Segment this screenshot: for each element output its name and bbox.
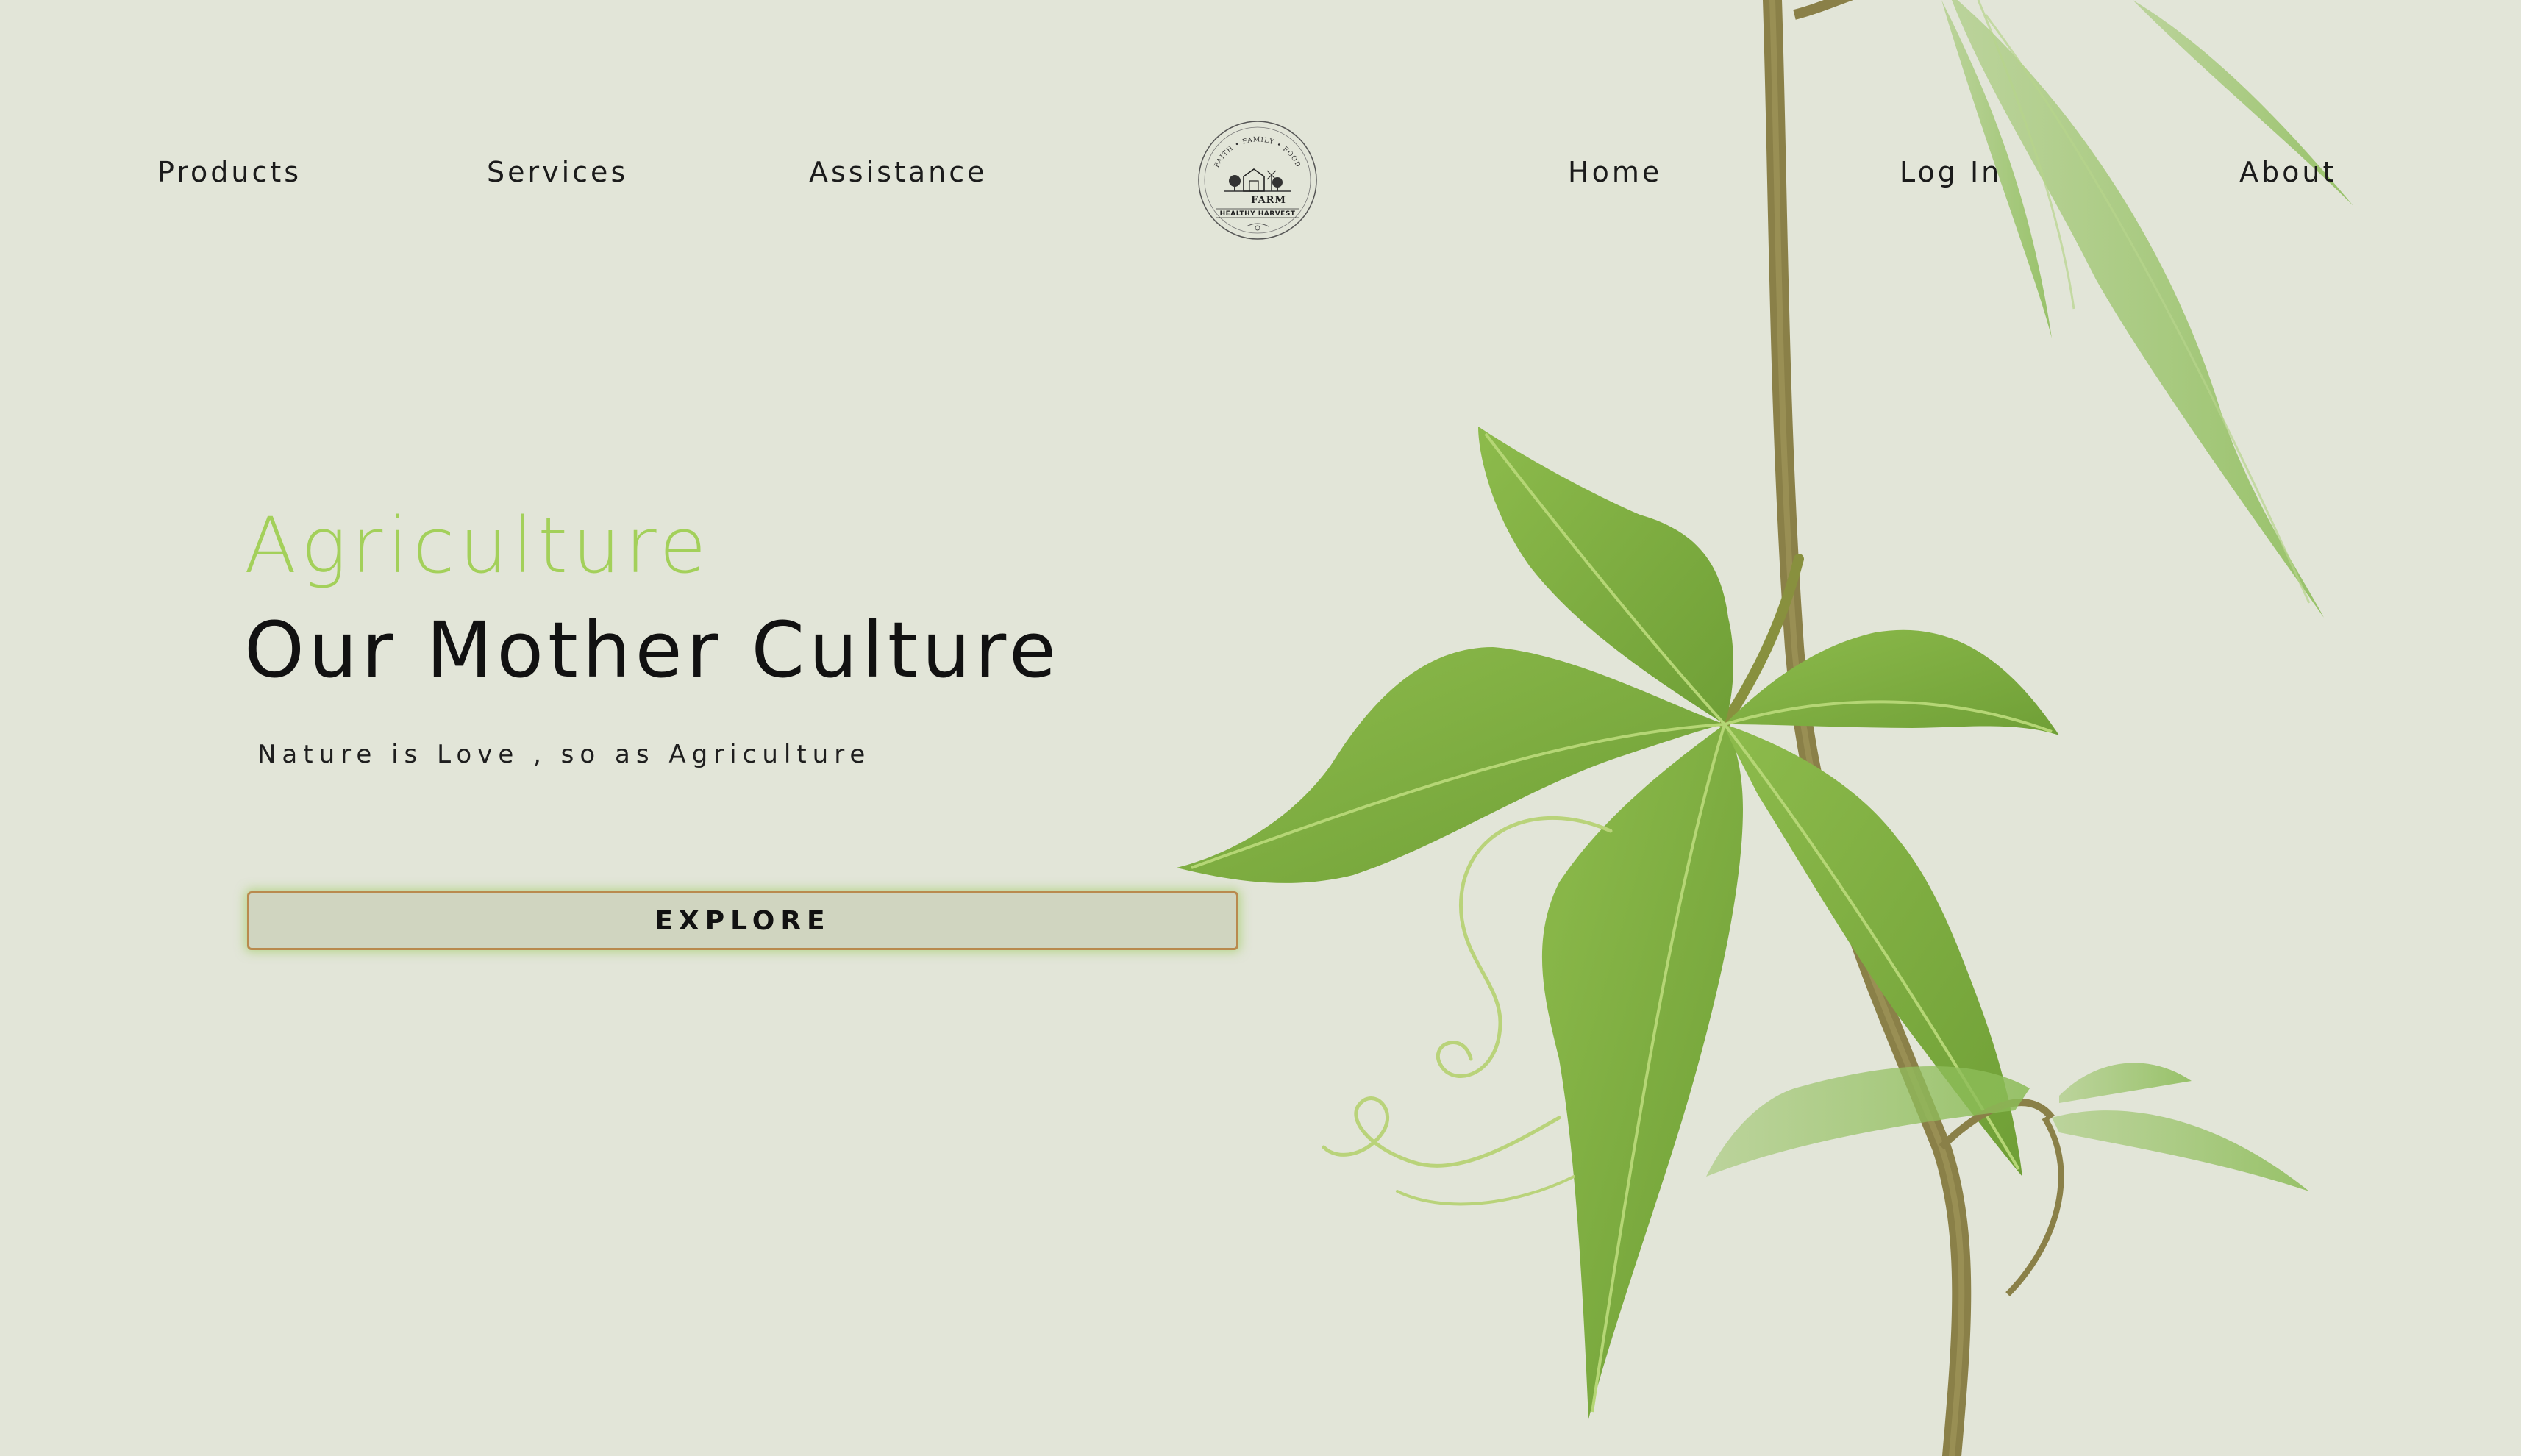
nav-login[interactable]: Log In (1900, 153, 2002, 191)
nav-products[interactable]: Products (157, 153, 302, 191)
logo-banner-text: HEALTHY HARVEST (1220, 210, 1296, 218)
hero-kicker: Agriculture (244, 501, 711, 590)
hero-subtitle: Nature is Love , so as Agriculture (257, 740, 871, 769)
logo-farm-text: FARM (1251, 195, 1286, 206)
svg-text:FAITH • FAMILY • FOOD: FAITH • FAMILY • FOOD (1213, 136, 1302, 168)
landing-page: Products Services Assistance FAITH • FAM… (0, 0, 2521, 1456)
farm-logo[interactable]: FAITH • FAMILY • FOOD FARM HEALTHY HARVE… (1195, 118, 1320, 243)
explore-button-label: EXPLORE (655, 905, 831, 936)
nav-services[interactable]: Services (487, 153, 628, 191)
hero-title: Our Mother Culture (244, 605, 1061, 695)
explore-button[interactable]: EXPLORE (247, 891, 1238, 950)
nav-about[interactable]: About (2239, 153, 2336, 191)
farm-logo-emblem: FAITH • FAMILY • FOOD FARM HEALTHY HARVE… (1198, 121, 1317, 240)
logo-arc-text: FAITH • FAMILY • FOOD (1213, 136, 1301, 168)
nav-assistance[interactable]: Assistance (809, 153, 988, 191)
nav-home[interactable]: Home (1568, 153, 1662, 191)
